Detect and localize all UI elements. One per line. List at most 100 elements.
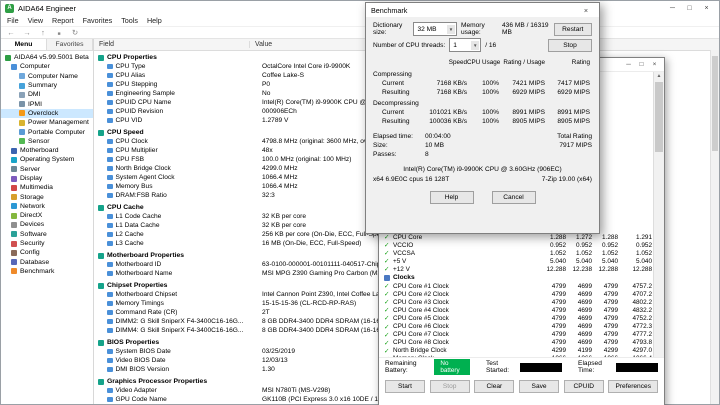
sensor-row[interactable]: CPU Core #3 Clock 4799 4699 4799 4802.2 xyxy=(379,298,654,306)
forward-icon[interactable] xyxy=(22,28,32,37)
dictionary-size-select[interactable]: 32 MB xyxy=(413,22,457,36)
sidebar-item-security[interactable]: Security xyxy=(1,239,93,248)
speed-value: 7168 KB/s xyxy=(436,89,467,96)
rating-usage-value: 6929 MIPS xyxy=(512,89,545,96)
sensor-row[interactable]: CPU Core #8 Clock 4799 4699 4799 4793.8 xyxy=(379,339,654,347)
sidebar-item-power[interactable]: Power Management xyxy=(1,118,93,127)
caption-buttons xyxy=(664,2,715,14)
menu-item-report[interactable]: Report xyxy=(52,16,74,25)
sidebar-item-dmi[interactable]: DMI xyxy=(1,90,93,99)
sidebar-item-network[interactable]: Network xyxy=(1,202,93,211)
sidebar-item-database[interactable]: Database xyxy=(1,258,93,267)
save-button[interactable]: Save xyxy=(519,380,560,393)
sidebar-item-computer[interactable]: Computer xyxy=(1,62,93,71)
sensor-value: 4799 xyxy=(551,314,566,322)
sidebar-item-ipmi[interactable]: IPMI xyxy=(1,99,93,108)
sidebar-item-motherboard[interactable]: Motherboard xyxy=(1,146,93,155)
menu-item-help[interactable]: Help xyxy=(147,16,162,25)
menu-item-file[interactable]: File xyxy=(7,16,19,25)
sidebar-item-summary[interactable]: Summary xyxy=(1,81,93,90)
threads-select[interactable]: 1 xyxy=(449,38,482,52)
sidebar-item-multimedia[interactable]: Multimedia xyxy=(1,183,93,192)
sensor-value: 0.952 xyxy=(602,241,618,249)
clear-button[interactable]: Clear xyxy=(474,380,515,393)
start-button[interactable]: Start xyxy=(385,380,425,393)
close-button[interactable] xyxy=(698,2,715,14)
sensor-value: 4699 xyxy=(577,314,592,322)
stop-icon[interactable] xyxy=(54,28,64,37)
battery-status-badge: No battery xyxy=(434,359,470,375)
tree-root[interactable]: AIDA64 v5.99.5001 Beta xyxy=(1,53,93,62)
sensor-row[interactable]: CPU Core #5 Clock 4799 4699 4799 4752.2 xyxy=(379,314,654,322)
preferences-button[interactable]: Preferences xyxy=(608,380,658,393)
sensor-row[interactable]: VCCSA 1.052 1.052 1.052 1.052 xyxy=(379,249,654,257)
sidebar-item-software[interactable]: Software xyxy=(1,230,93,239)
close-button[interactable] xyxy=(648,59,661,70)
sensor-row[interactable]: CPU Core #6 Clock 4799 4699 4799 4772.3 xyxy=(379,323,654,331)
sensor-row[interactable]: CPU Core #7 Clock 4799 4699 4799 4777.2 xyxy=(379,331,654,339)
stop-benchmark-button[interactable]: Stop xyxy=(548,38,592,52)
menu-item-tools[interactable]: Tools xyxy=(121,16,138,25)
sensor-row[interactable]: CPU Core #1 Clock 4799 4699 4799 4757.2 xyxy=(379,282,654,290)
sidebar-item-benchmark[interactable]: Benchmark xyxy=(1,267,93,276)
field-column-header[interactable]: Field xyxy=(94,41,250,48)
help-button[interactable]: Help xyxy=(429,191,474,204)
tab-menu[interactable]: Menu xyxy=(1,39,47,50)
refresh-icon[interactable] xyxy=(70,28,80,37)
minimize-button[interactable] xyxy=(664,2,681,14)
up-icon[interactable] xyxy=(38,28,48,37)
scroll-up-icon[interactable]: ▲ xyxy=(654,73,664,79)
rating-usage-value: 8905 MIPS xyxy=(512,118,545,125)
sensor-row[interactable]: +12 V 12.288 12.238 12.288 12.288 xyxy=(379,265,654,273)
sensor-value: 4799 xyxy=(551,331,566,339)
field-name: CPU Clock xyxy=(115,138,148,145)
sensor-value: 4299 xyxy=(551,347,566,355)
sidebar-item-portable[interactable]: Portable Computer xyxy=(1,127,93,136)
main-scrollbar[interactable] xyxy=(710,50,719,404)
main-scrollbar-thumb[interactable] xyxy=(712,56,718,151)
sensor-scrollbar-thumb[interactable] xyxy=(655,82,663,152)
sidebar-item-server[interactable]: Server xyxy=(1,165,93,174)
menu-item-view[interactable]: View xyxy=(28,16,43,25)
sidebar-item-storage[interactable]: Storage xyxy=(1,192,93,201)
result-row-name: Resulting xyxy=(382,89,410,96)
sidebar-item-config[interactable]: Config xyxy=(1,248,93,257)
field-label: System BIOS Date xyxy=(94,348,257,355)
close-icon[interactable] xyxy=(578,6,594,15)
sidebar-item-os[interactable]: Operating System xyxy=(1,155,93,164)
sensor-row[interactable]: CPU Core #2 Clock 4799 4699 4799 4707.2 xyxy=(379,290,654,298)
multimedia-icon xyxy=(11,184,17,191)
cancel-button[interactable]: Cancel xyxy=(491,191,536,204)
stop-button[interactable]: Stop xyxy=(429,380,470,393)
sensor-row[interactable]: VCCIO 0.952 0.952 0.952 0.952 xyxy=(379,241,654,249)
clocks-section-title: Clocks xyxy=(393,274,415,282)
menu-item-favorites[interactable]: Favorites xyxy=(83,16,113,25)
back-icon[interactable] xyxy=(6,28,16,37)
sensor-scrollbar[interactable]: ▲ ▼ xyxy=(653,72,664,364)
tree-item-label: Computer Name xyxy=(28,72,78,80)
sidebar-item-display[interactable]: Display xyxy=(1,174,93,183)
sidebar-item-devices[interactable]: Devices xyxy=(1,220,93,229)
cpu-detail-row: x64 6.9E0C cpus 16 128T 7-Zip 19.00 (x64… xyxy=(373,176,592,183)
sidebar-item-directx[interactable]: DirectX xyxy=(1,211,93,220)
sidebar-item-sensor[interactable]: Sensor xyxy=(1,137,93,146)
field-icon xyxy=(107,63,113,70)
threads-row: Number of CPU threads: 1 / 16 Stop xyxy=(373,37,592,53)
tab-favorites[interactable]: Favorites xyxy=(47,39,93,50)
sensor-row[interactable]: CPU Core #4 Clock 4799 4699 4799 4832.2 xyxy=(379,306,654,314)
minimize-button[interactable] xyxy=(622,59,635,70)
sensor-row[interactable]: North Bridge Clock 4299 4199 4299 4297.0 xyxy=(379,347,654,355)
maximize-button[interactable] xyxy=(635,59,648,70)
sidebar-item-overclock[interactable]: Overclock xyxy=(1,108,93,119)
memory-usage-label: Memory usage: xyxy=(460,22,485,36)
overclock-icon xyxy=(19,110,25,117)
maximize-button[interactable] xyxy=(681,2,698,14)
sensor-row[interactable]: CPU Core 1.288 1.272 1.288 1.291 xyxy=(379,233,654,241)
cpuid-button[interactable]: CPUID xyxy=(563,380,604,393)
restart-button[interactable]: Restart xyxy=(553,22,592,36)
field-name: L1 Code Cache xyxy=(115,213,162,220)
security-icon xyxy=(11,240,17,247)
sensor-value: 5.040 xyxy=(602,257,618,265)
sidebar-item-computer-name[interactable]: Computer Name xyxy=(1,72,93,81)
sensor-row[interactable]: +5 V 5.040 5.040 5.040 5.040 xyxy=(379,257,654,265)
